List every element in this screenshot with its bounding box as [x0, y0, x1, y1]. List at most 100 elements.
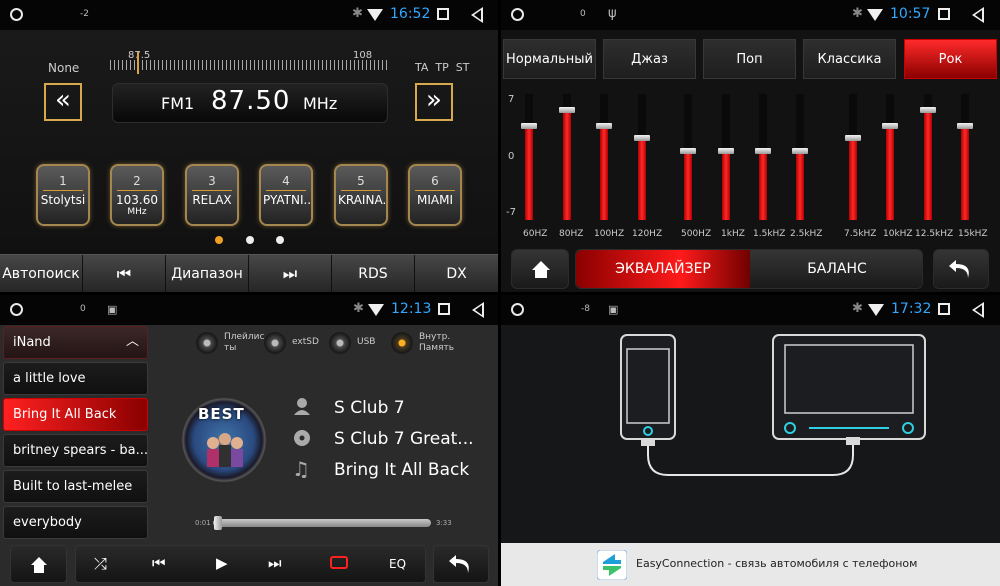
- eq-button[interactable]: EQ: [389, 557, 406, 571]
- eq-slider-15kHZ[interactable]: [957, 94, 973, 220]
- recent-apps-icon[interactable]: [938, 8, 950, 20]
- eq-slider-12.5kHZ[interactable]: [920, 94, 936, 220]
- back-icon[interactable]: [472, 302, 484, 318]
- image-icon: ▣: [608, 303, 619, 316]
- home-circle-icon[interactable]: [511, 8, 524, 21]
- range-button[interactable]: Диапазон: [166, 255, 249, 292]
- eq-slider-80HZ[interactable]: [559, 94, 575, 220]
- preset-pop-button[interactable]: Поп: [703, 39, 796, 79]
- back-icon[interactable]: [972, 302, 984, 318]
- recent-apps-icon[interactable]: [938, 303, 950, 315]
- eq-slider-fill: [563, 110, 571, 220]
- frequency-display: FM1 87.50 MHz: [112, 83, 388, 123]
- preset-normal-button[interactable]: Нормальный: [503, 39, 596, 79]
- source-playlist-button[interactable]: [196, 332, 218, 354]
- back-button[interactable]: [433, 545, 489, 583]
- frequency-scale[interactable]: [110, 60, 388, 70]
- page-dot-3[interactable]: [276, 236, 284, 244]
- playlist-item-1[interactable]: a little love: [3, 362, 148, 395]
- rds-button[interactable]: RDS: [332, 255, 415, 292]
- eq-slider-500HZ[interactable]: [680, 94, 696, 220]
- playlist-item-4[interactable]: Built to last-melee: [3, 470, 148, 503]
- source-extsd-button[interactable]: [264, 332, 286, 354]
- seek-back-button[interactable]: «: [44, 83, 82, 121]
- playlist-item-3[interactable]: britney spears - ba...: [3, 434, 148, 467]
- back-icon[interactable]: [471, 7, 483, 23]
- equalizer-screen: 0 ψ ✱ 10:57 Нормальный Джаз Поп Классика…: [501, 0, 1000, 292]
- home-button[interactable]: [10, 545, 67, 583]
- tab-balance[interactable]: БАЛАНС: [750, 250, 924, 288]
- play-icon[interactable]: ▶: [216, 554, 228, 572]
- radio-screen: -2 ✱ 16:52 None 87.5 108 TA TP ST « FM1 …: [0, 0, 498, 292]
- home-circle-icon[interactable]: [10, 8, 23, 21]
- preset-6-button[interactable]: 6 MIAMI: [408, 164, 462, 226]
- previous-track-icon[interactable]: ⏮: [152, 554, 166, 572]
- preset-1-button[interactable]: 1 Stolytsi: [36, 164, 90, 226]
- preset-4-button[interactable]: 4 PYATNI...: [259, 164, 313, 226]
- frequency-pointer[interactable]: [137, 52, 139, 74]
- storage-selector[interactable]: iNand ︿: [3, 326, 148, 359]
- home-button[interactable]: [511, 249, 569, 289]
- prev-station-icon[interactable]: ⏮: [83, 255, 166, 292]
- radio-bottom-bar: Автопоиск ⏮ Диапазон ⏭ RDS DX: [0, 254, 498, 292]
- playlist-item-2[interactable]: Bring It All Back: [3, 398, 148, 431]
- status-number: 0: [580, 9, 586, 19]
- source-internal-button[interactable]: [391, 332, 413, 354]
- source-usb-button[interactable]: [329, 332, 351, 354]
- eq-slider-knob[interactable]: [559, 107, 575, 114]
- eq-slider-fill: [684, 150, 692, 220]
- eq-slider-knob[interactable]: [882, 122, 898, 129]
- preset-2-button[interactable]: 2 103.60 MHz: [110, 164, 164, 226]
- eq-slider-60HZ[interactable]: [521, 94, 537, 220]
- clock: 10:57: [890, 6, 931, 22]
- eq-slider-knob[interactable]: [521, 122, 537, 129]
- preset-rock-button[interactable]: Рок: [904, 39, 997, 79]
- time-total: 3:33: [436, 519, 452, 527]
- eq-slider-knob[interactable]: [596, 122, 612, 129]
- preset-jazz-button[interactable]: Джаз: [603, 39, 696, 79]
- eq-band-label: 2.5kHZ: [790, 229, 823, 239]
- next-track-icon[interactable]: ⏭: [268, 554, 282, 572]
- dx-button[interactable]: DX: [415, 255, 498, 292]
- eq-slider-knob[interactable]: [680, 147, 696, 154]
- eq-slider-1.5kHZ[interactable]: [755, 94, 771, 220]
- seek-bar[interactable]: [213, 519, 431, 527]
- seek-forward-button[interactable]: »: [415, 83, 453, 121]
- easyconnection-logo-icon: [597, 550, 627, 580]
- shuffle-icon[interactable]: ⤮: [94, 554, 107, 574]
- eq-slider-10kHZ[interactable]: [882, 94, 898, 220]
- recent-apps-icon[interactable]: [437, 8, 449, 20]
- eq-slider-knob[interactable]: [755, 147, 771, 154]
- page-dot-1[interactable]: [215, 236, 223, 244]
- eq-slider-1kHZ[interactable]: [718, 94, 734, 220]
- eq-slider-knob[interactable]: [957, 122, 973, 129]
- repeat-icon[interactable]: [330, 556, 348, 569]
- recent-apps-icon[interactable]: [438, 303, 450, 315]
- back-button[interactable]: [933, 249, 989, 289]
- autosearch-button[interactable]: Автопоиск: [0, 255, 83, 292]
- ta-tp-st-flags: TA TP ST: [415, 61, 470, 74]
- eq-slider-knob[interactable]: [718, 147, 734, 154]
- next-station-icon[interactable]: ⏭: [249, 255, 332, 292]
- app-notification-bar[interactable]: EasyConnection - связь автомобиля с теле…: [501, 543, 1000, 586]
- eq-slider-100HZ[interactable]: [596, 94, 612, 220]
- eq-slider-2.5kHZ[interactable]: [792, 94, 808, 220]
- tab-equalizer[interactable]: ЭКВАЛАЙЗЕР: [576, 250, 750, 288]
- eq-slider-knob[interactable]: [634, 135, 650, 142]
- eq-slider-knob[interactable]: [845, 135, 861, 142]
- home-circle-icon[interactable]: [511, 303, 524, 316]
- album-cover-disc: BEST: [181, 397, 267, 483]
- seek-knob[interactable]: [214, 516, 223, 530]
- back-icon[interactable]: [972, 7, 984, 23]
- home-circle-icon[interactable]: [10, 303, 23, 316]
- eq-slider-120HZ[interactable]: [634, 94, 650, 220]
- page-dot-2[interactable]: [246, 236, 254, 244]
- preset-3-button[interactable]: 3 RELAX: [185, 164, 239, 226]
- eq-slider-fill: [722, 150, 730, 220]
- preset-classic-button[interactable]: Классика: [803, 39, 896, 79]
- eq-slider-7.5kHZ[interactable]: [845, 94, 861, 220]
- eq-slider-knob[interactable]: [792, 147, 808, 154]
- playlist-item-5[interactable]: everybody: [3, 506, 148, 539]
- preset-5-button[interactable]: 5KRAINA...: [334, 164, 388, 226]
- eq-slider-knob[interactable]: [920, 107, 936, 114]
